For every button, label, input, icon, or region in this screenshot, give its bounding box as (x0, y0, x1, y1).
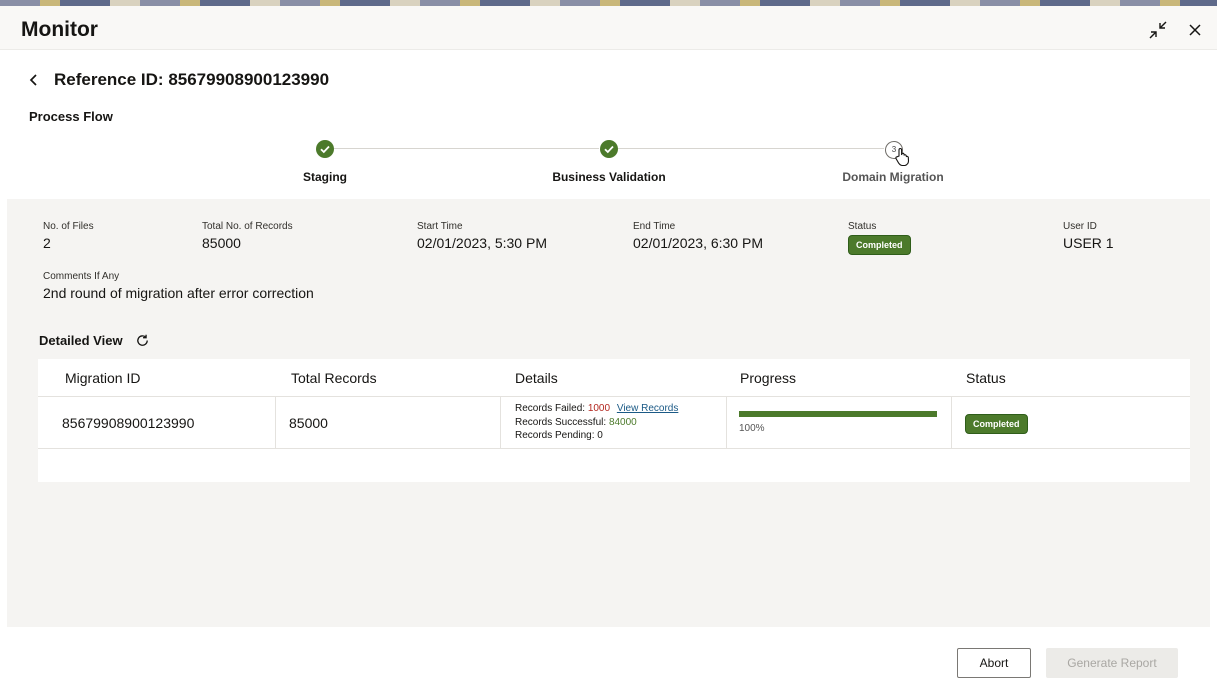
user-id-label: User ID (1063, 221, 1097, 232)
reference-title: Reference ID: 85679908900123990 (54, 70, 330, 89)
files-value: 2 (43, 235, 51, 251)
flow-connector (617, 148, 884, 149)
user-id-value: USER 1 (1063, 235, 1114, 251)
files-field: No. of Files 2 (43, 221, 94, 251)
row-status-badge: Completed (965, 414, 1028, 434)
column-header-migration-id[interactable]: Migration ID (38, 359, 276, 396)
collapse-icon[interactable] (1148, 20, 1168, 40)
comments-field: Comments If Any 2nd round of migration a… (43, 271, 314, 301)
start-time-field: Start Time 02/01/2023, 5:30 PM (417, 221, 547, 251)
detailed-view-table: Migration ID Total Records Details Progr… (38, 359, 1190, 482)
records-successful-value: 84000 (608, 416, 637, 428)
status-badge: Completed (848, 235, 911, 255)
records-label: Total No. of Records (202, 221, 293, 232)
table-header: Migration ID Total Records Details Progr… (38, 359, 1190, 397)
details-cell: Records Failed: 1000 View Records Record… (501, 397, 727, 448)
view-records-link[interactable]: View Records (617, 403, 679, 414)
records-field: Total No. of Records 85000 (202, 221, 293, 251)
process-flow-title: Process Flow (29, 109, 113, 124)
column-header-details[interactable]: Details (501, 359, 727, 396)
details-block: Records Failed: 1000 View Records Record… (515, 402, 678, 443)
generate-report-button[interactable]: Generate Report (1046, 648, 1178, 678)
start-time-value: 02/01/2023, 5:30 PM (417, 235, 547, 251)
status-label: Status (848, 221, 877, 232)
detailed-view-title: Detailed View (39, 333, 123, 348)
step-complete-icon (316, 140, 334, 158)
abort-button[interactable]: Abort (957, 648, 1031, 678)
table-row[interactable]: 85679908900123990 85000 Records Failed: … (38, 397, 1190, 449)
records-failed-label: Records Failed: (515, 403, 586, 415)
records-pending-value: 0 (597, 430, 603, 442)
progress-indicator: 100% (739, 411, 939, 434)
total-records-value: 85000 (289, 414, 328, 431)
end-time-label: End Time (633, 221, 676, 232)
migration-id-cell: 85679908900123990 (38, 397, 276, 448)
progress-cell: 100% (727, 397, 952, 448)
status-field: Status Completed (848, 221, 911, 255)
back-arrow-icon[interactable] (26, 72, 42, 88)
close-icon[interactable] (1185, 20, 1205, 40)
files-label: No. of Files (43, 221, 94, 232)
window-title: Monitor (21, 18, 98, 41)
total-records-cell: 85000 (276, 397, 501, 448)
step-label-staging[interactable]: Staging (225, 170, 425, 184)
end-time-value: 02/01/2023, 6:30 PM (633, 235, 763, 251)
column-header-total-records[interactable]: Total Records (276, 359, 501, 396)
progress-track (739, 411, 937, 417)
refresh-icon[interactable] (135, 333, 150, 348)
comments-value: 2nd round of migration after error corre… (43, 285, 314, 301)
records-successful-label: Records Successful: (515, 416, 607, 428)
user-id-field: User ID USER 1 (1063, 221, 1114, 251)
start-time-label: Start Time (417, 221, 463, 232)
step-label-domain-migration[interactable]: Domain Migration (793, 170, 993, 184)
column-header-progress[interactable]: Progress (727, 359, 952, 396)
step-complete-icon (600, 140, 618, 158)
reference-row: Reference ID: 85679908900123990 (26, 68, 329, 92)
end-time-field: End Time 02/01/2023, 6:30 PM (633, 221, 763, 251)
flow-connector (333, 148, 599, 149)
window-header: Monitor (0, 6, 1217, 50)
status-cell: Completed (952, 397, 1190, 448)
records-pending-label: Records Pending: (515, 430, 595, 442)
records-failed-value: 1000 (587, 403, 611, 415)
detailed-view-heading: Detailed View (39, 333, 150, 348)
progress-text: 100% (739, 423, 765, 434)
comments-label: Comments If Any (43, 271, 120, 282)
records-value: 85000 (202, 235, 241, 251)
progress-fill (739, 411, 937, 417)
column-header-status[interactable]: Status (952, 359, 1190, 396)
hand-cursor-icon (895, 147, 910, 167)
step-label-business-validation[interactable]: Business Validation (509, 170, 709, 184)
migration-id-value: 85679908900123990 (62, 414, 195, 431)
